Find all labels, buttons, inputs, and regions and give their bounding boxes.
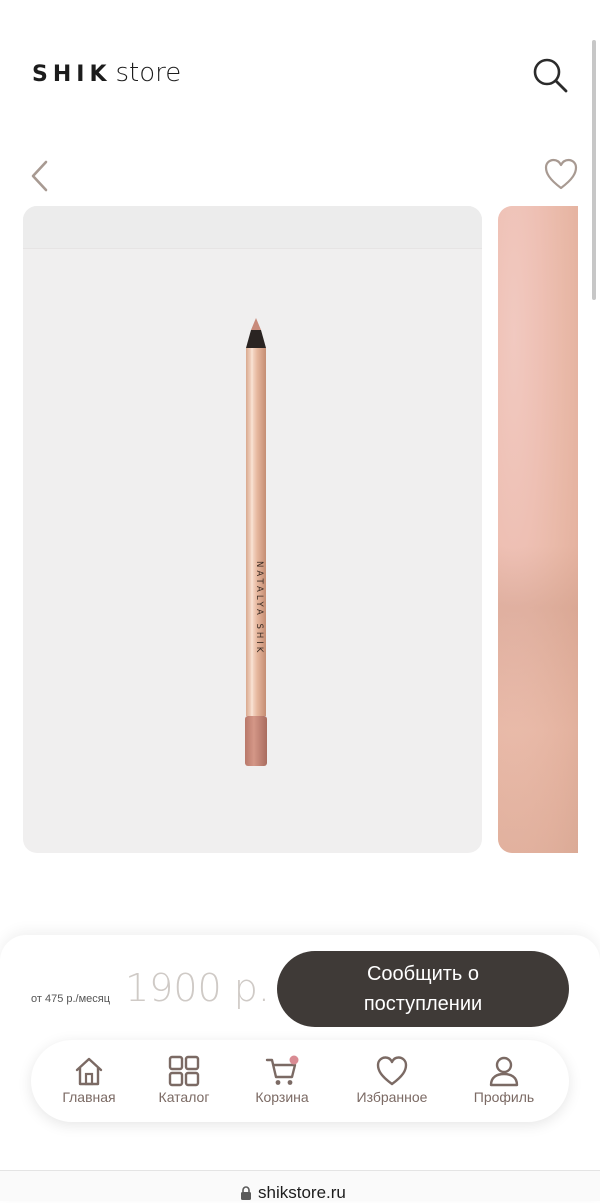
image-top-band <box>23 206 482 249</box>
profile-icon <box>489 1056 519 1087</box>
heart-icon <box>376 1056 408 1086</box>
home-icon <box>75 1057 103 1086</box>
url-display[interactable]: shikstore.ru <box>240 1183 346 1203</box>
notify-button-label: Сообщить о поступлении <box>363 963 483 1015</box>
store-logo[interactable]: SHIK store <box>32 58 181 88</box>
favorite-button[interactable] <box>543 157 579 191</box>
tab-favorites-label: Избранное <box>356 1089 428 1105</box>
app-header: SHIK store <box>0 0 600 130</box>
back-button[interactable] <box>26 158 56 194</box>
search-button[interactable] <box>530 55 570 95</box>
pencil-brand-text: NATALYA SHIK <box>254 561 264 655</box>
lock-icon <box>241 1186 251 1200</box>
url-text: shikstore.ru <box>258 1183 346 1202</box>
tab-home[interactable]: Главная <box>56 1040 122 1122</box>
tab-profile-label: Профиль <box>473 1089 535 1105</box>
bottom-tab-bar: Главная Каталог Корзина Избранное Профил… <box>31 1040 569 1122</box>
catalog-icon <box>168 1055 200 1087</box>
notify-button[interactable]: Сообщить о поступлении <box>277 951 569 1027</box>
next-image-slide[interactable] <box>498 206 578 853</box>
installment-price: от 475 р./месяц <box>31 993 111 1005</box>
tab-home-label: Главная <box>62 1089 116 1105</box>
tab-cart[interactable]: Корзина <box>247 1040 317 1122</box>
tab-catalog-label: Каталог <box>158 1089 210 1105</box>
tab-catalog[interactable]: Каталог <box>151 1040 217 1122</box>
product-price: 1900 р. <box>125 966 270 1010</box>
tab-cart-label: Корзина <box>255 1089 309 1105</box>
chevron-left-icon <box>31 160 48 192</box>
product-image-slide[interactable]: NATALYA SHIK <box>23 206 482 853</box>
logo-light-text: store <box>115 58 182 88</box>
cart-icon <box>265 1055 299 1085</box>
product-gallery[interactable]: NATALYA SHIK <box>0 205 600 855</box>
cart-badge-dot <box>289 1055 299 1065</box>
heart-outline-icon <box>544 158 578 190</box>
lip-pencil-image: NATALYA SHIK <box>245 318 267 766</box>
tab-favorites[interactable]: Избранное <box>347 1040 437 1122</box>
search-icon <box>533 58 568 93</box>
tab-profile[interactable]: Профиль <box>469 1040 539 1122</box>
skin-shade <box>498 546 578 853</box>
logo-bold-text: SHIK <box>32 62 112 87</box>
